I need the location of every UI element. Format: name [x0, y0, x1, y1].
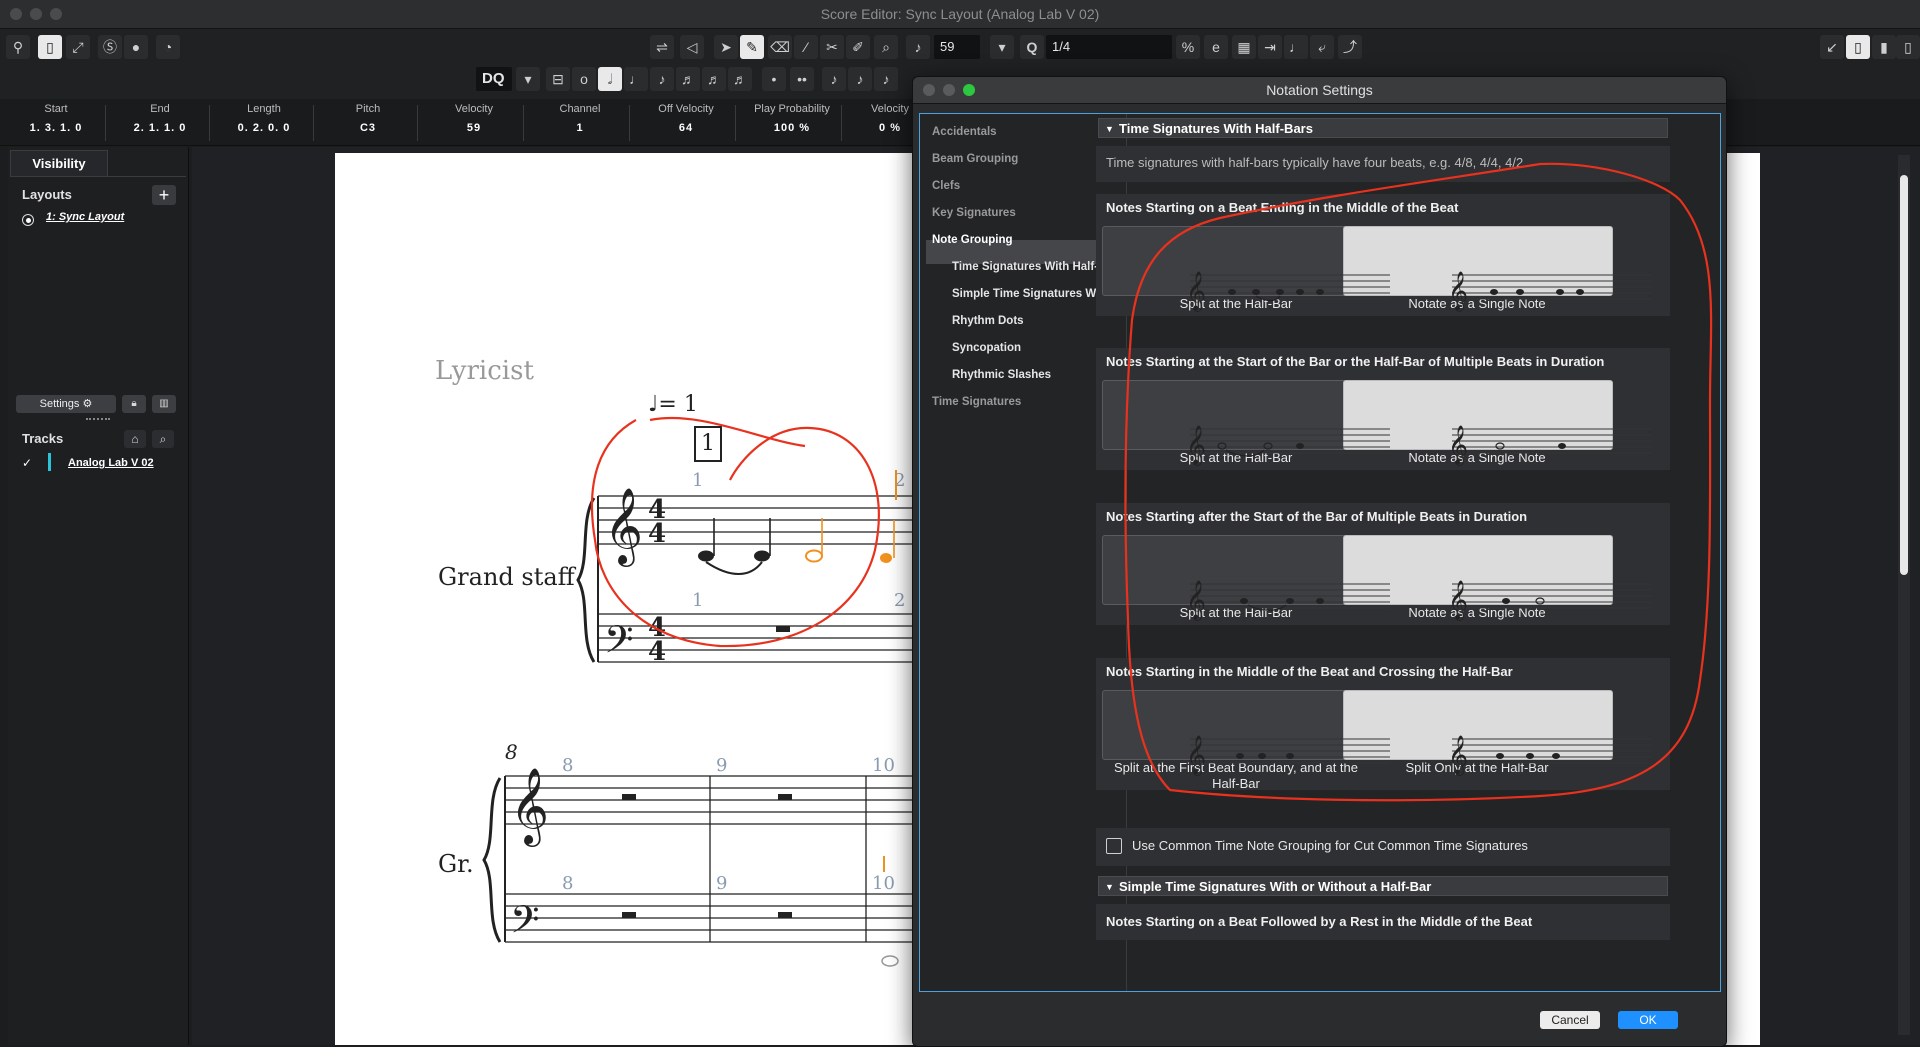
group-beat-middle: Notes Starting on a Beat Ending in the M… [1096, 194, 1670, 316]
quantize-field[interactable]: 1/4 [1046, 35, 1172, 59]
option-label: Split at the Half-Bar [1179, 450, 1293, 465]
option-split-half-bar[interactable] [1102, 226, 1372, 296]
quantize-label[interactable]: Q [1020, 35, 1044, 59]
nav-key-signatures[interactable]: Key Signatures [932, 207, 1016, 219]
option-single-note[interactable] [1343, 226, 1613, 296]
section-header-half-bars[interactable]: ▼ Time Signatures With Half-Bars [1098, 118, 1668, 138]
section-title: Time Signatures With Half-Bars [1119, 121, 1313, 136]
option-label: Notate as a Single Note [1408, 605, 1546, 620]
nav-time-signatures[interactable]: Time Signatures [932, 396, 1021, 408]
velocity-field[interactable]: 59 [934, 35, 980, 59]
dialog-content: Accidentals Beam Grouping Clefs Key Sign… [919, 113, 1721, 992]
svg-text:4: 4 [648, 519, 666, 549]
nav-rhythmic-slashes[interactable]: Rhythmic Slashes [952, 369, 1051, 381]
nav-rhythm-dots[interactable]: Rhythm Dots [952, 315, 1024, 327]
svg-text:𝄢: 𝄢 [604, 617, 634, 671]
grid-icon[interactable]: ▦ [1232, 35, 1256, 59]
option-split-first-beat[interactable] [1102, 690, 1372, 760]
common-time-checkbox[interactable] [1106, 838, 1122, 854]
group-title: Notes Starting at the Start of the Bar o… [1106, 354, 1605, 369]
chevron-down-icon[interactable]: ▾ [990, 35, 1014, 59]
notation-example [1143, 713, 1355, 737]
group-title: Notes Starting after the Start of the Ba… [1106, 509, 1528, 524]
nudge-icon[interactable]: ⇥ [1258, 35, 1282, 59]
nav-time-signatures-half-bars[interactable]: Time Signatures With Half-Ba [952, 261, 1113, 273]
option-label: Split Only at the Half-Bar [1405, 760, 1549, 775]
insert-icon[interactable]: ⤴ [1338, 35, 1362, 59]
note-icon[interactable]: ♩ [1284, 35, 1308, 59]
notation-example [1384, 713, 1596, 737]
notation-example [1384, 558, 1596, 582]
collapse-icon[interactable]: ↙ [1820, 35, 1844, 59]
notation-example [1143, 558, 1355, 582]
svg-text:𝄞: 𝄞 [604, 487, 643, 567]
svg-text:4: 4 [648, 637, 666, 667]
group-after-start-of-bar: Notes Starting after the Start of the Ba… [1096, 503, 1670, 625]
group-middle-of-beat: Notes Starting in the Middle of the Beat… [1096, 658, 1670, 791]
chevron-down-icon: ▼ [1105, 124, 1114, 134]
option-split-half-bar[interactable] [1102, 535, 1372, 605]
nav-clefs[interactable]: Clefs [932, 180, 960, 192]
dialog-title: Notation Settings [1266, 82, 1373, 98]
iq-icon[interactable]: e [1204, 35, 1228, 59]
section-header-simple-time[interactable]: ▼ Simple Time Signatures With or Without … [1098, 876, 1668, 896]
notation-example [1143, 403, 1355, 427]
notation-example [1384, 249, 1596, 273]
option-label: Split at the Half-Bar [1179, 605, 1293, 620]
svg-text:𝄢: 𝄢 [510, 897, 540, 951]
group-title: Notes Starting on a Beat Ending in the M… [1106, 200, 1459, 215]
chevron-down-icon: ▼ [1105, 882, 1114, 892]
notation-settings-dialog: Notation Settings Accidentals Beam Group… [912, 76, 1727, 1047]
option-label: Notate as a Single Note [1408, 450, 1546, 465]
step-icon[interactable]: ⤶ [1310, 35, 1334, 59]
notation-example [1143, 249, 1355, 273]
vertical-scrollbar[interactable] [1898, 155, 1910, 1035]
option-single-note[interactable] [1343, 380, 1613, 450]
option-label: Notate as a Single Note [1408, 296, 1546, 311]
option-single-note[interactable] [1343, 535, 1613, 605]
nav-note-grouping[interactable]: Note Grouping [932, 234, 1013, 246]
nav-accidentals[interactable]: Accidentals [932, 126, 997, 138]
right-zone-icon[interactable]: ▮ [1872, 35, 1896, 59]
section-description-box: Time signatures with half-bars typically… [1096, 146, 1670, 182]
layout-icon[interactable]: ▯ [1896, 35, 1920, 59]
group-beat-followed-by-rest: Notes Starting on a Beat Followed by a R… [1096, 904, 1670, 940]
ok-button[interactable]: OK [1618, 1011, 1678, 1029]
option-label: Split at the First Beat Boundary, and at… [1113, 760, 1358, 791]
option-split-half-bar[interactable] [1102, 380, 1372, 450]
quantize-settings-icon[interactable]: % [1176, 35, 1200, 59]
nav-beam-grouping[interactable]: Beam Grouping [932, 153, 1018, 165]
nav-syncopation[interactable]: Syncopation [952, 342, 1021, 354]
left-zone-icon[interactable]: ▯ [1846, 35, 1870, 59]
group-start-of-bar: Notes Starting at the Start of the Bar o… [1096, 348, 1670, 470]
option-split-half-bar-only[interactable] [1343, 690, 1613, 760]
section-title: Simple Time Signatures With or Without a… [1119, 879, 1432, 894]
score-notation[interactable]: 𝄞 𝄢 4 4 4 4 𝄞 𝄢 [0, 0, 920, 1045]
cancel-button[interactable]: Cancel [1540, 1011, 1600, 1029]
dialog-titlebar: Notation Settings [913, 77, 1726, 104]
checkbox-row: Use Common Time Note Grouping for Cut Co… [1096, 828, 1670, 866]
group-title: Notes Starting on a Beat Followed by a R… [1106, 914, 1533, 929]
notation-example [1384, 403, 1596, 427]
section-description: Time signatures with half-bars typically… [1106, 155, 1527, 170]
svg-text:𝄞: 𝄞 [510, 767, 549, 847]
checkbox-label: Use Common Time Note Grouping for Cut Co… [1132, 838, 1528, 853]
option-label: Split at the Half-Bar [1179, 296, 1293, 311]
group-title: Notes Starting in the Middle of the Beat… [1106, 664, 1513, 679]
